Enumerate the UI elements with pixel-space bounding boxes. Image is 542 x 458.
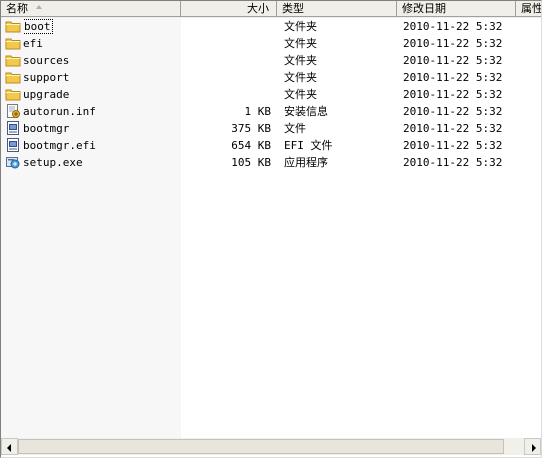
column-header-size[interactable]: 大小 xyxy=(181,1,277,17)
file-name: boot xyxy=(23,18,179,35)
system-file-icon xyxy=(5,137,21,154)
scrollbar-thumb[interactable] xyxy=(18,439,504,454)
file-row[interactable]: upgrade 文件夹 2010-11-22 5:32 xyxy=(1,86,541,103)
column-header-name[interactable]: 名称 xyxy=(1,1,181,17)
file-type: 安装信息 xyxy=(284,105,328,118)
file-type: 文件夹 xyxy=(284,37,317,50)
sort-ascending-icon xyxy=(36,5,42,9)
column-header-attributes[interactable]: 属性 xyxy=(516,1,541,17)
file-name: upgrade xyxy=(23,86,179,103)
file-row[interactable]: support 文件夹 2010-11-22 5:32 xyxy=(1,69,541,86)
file-name: sources xyxy=(23,52,179,69)
column-header-bar: 名称 大小 类型 修改日期 属性 xyxy=(1,1,541,18)
file-name-text: boot xyxy=(23,19,53,34)
setup-exe-icon xyxy=(5,154,21,171)
file-modified: 2010-11-22 5:32 xyxy=(403,37,503,50)
folder-icon xyxy=(5,18,21,35)
file-name-text: bootmgr.efi xyxy=(23,139,96,152)
file-size xyxy=(181,18,271,35)
file-type: 文件夹 xyxy=(284,71,317,84)
file-size xyxy=(181,86,271,103)
file-name-text: bootmgr xyxy=(23,122,70,135)
horizontal-scrollbar[interactable] xyxy=(1,438,541,455)
file-modified: 2010-11-22 5:32 xyxy=(403,122,503,135)
file-size: 375 KB xyxy=(231,122,271,135)
column-header-modified-label: 修改日期 xyxy=(402,2,446,15)
file-name: autorun.inf xyxy=(23,103,179,120)
file-name-text: autorun.inf xyxy=(23,105,96,118)
folder-icon xyxy=(5,52,21,69)
file-size: 654 KB xyxy=(231,139,271,152)
folder-icon xyxy=(5,86,21,103)
file-size xyxy=(181,69,271,86)
file-type: 文件 xyxy=(284,122,306,135)
file-size xyxy=(181,52,271,69)
file-name: setup.exe xyxy=(23,154,179,171)
file-modified: 2010-11-22 5:32 xyxy=(403,88,503,101)
arrow-right-icon xyxy=(532,444,536,452)
file-row[interactable]: sources 文件夹 2010-11-22 5:32 xyxy=(1,52,541,69)
file-size xyxy=(181,35,271,52)
file-type: 文件夹 xyxy=(284,88,317,101)
file-row[interactable]: bootmgr 375 KB 文件 2010-11-22 5:32 xyxy=(1,120,541,137)
file-name: bootmgr.efi xyxy=(23,137,179,154)
file-modified: 2010-11-22 5:32 xyxy=(403,54,503,67)
file-modified: 2010-11-22 5:32 xyxy=(403,139,503,152)
file-row[interactable]: bootmgr.efi 654 KB EFI 文件 2010-11-22 5:32 xyxy=(1,137,541,154)
system-file-icon xyxy=(5,120,21,137)
file-type: 文件夹 xyxy=(284,54,317,67)
setup-info-icon xyxy=(5,103,21,120)
file-modified: 2010-11-22 5:32 xyxy=(403,71,503,84)
file-name-text: setup.exe xyxy=(23,156,83,169)
file-row[interactable]: boot 文件夹 2010-11-22 5:32 xyxy=(1,18,541,35)
column-header-attributes-label: 属性 xyxy=(521,2,541,15)
column-header-name-label: 名称 xyxy=(6,2,28,15)
file-row[interactable]: autorun.inf 1 KB 安装信息 2010-11-22 5:32 xyxy=(1,103,541,120)
file-rows: boot 文件夹 2010-11-22 5:32 efi 文件夹 2010-11-22 5… xyxy=(1,18,541,438)
file-modified: 2010-11-22 5:32 xyxy=(403,105,503,118)
scroll-left-button[interactable] xyxy=(1,438,18,455)
file-name-text: efi xyxy=(23,37,43,50)
column-header-modified[interactable]: 修改日期 xyxy=(397,1,516,17)
file-type: EFI 文件 xyxy=(284,139,333,152)
file-modified: 2010-11-22 5:32 xyxy=(403,156,503,169)
column-header-type[interactable]: 类型 xyxy=(277,1,397,17)
file-name-text: sources xyxy=(23,54,70,67)
file-size: 105 KB xyxy=(231,156,271,169)
column-header-size-label: 大小 xyxy=(247,2,269,15)
file-name: efi xyxy=(23,35,179,52)
column-header-type-label: 类型 xyxy=(282,2,304,15)
folder-icon xyxy=(5,69,21,86)
scroll-right-button[interactable] xyxy=(524,438,541,455)
file-type: 应用程序 xyxy=(284,156,328,169)
file-name-text: upgrade xyxy=(23,88,70,101)
arrow-left-icon xyxy=(7,444,11,452)
file-name-text: support xyxy=(23,71,70,84)
file-row[interactable]: efi 文件夹 2010-11-22 5:32 xyxy=(1,35,541,52)
file-name: bootmgr xyxy=(23,120,179,137)
folder-icon xyxy=(5,35,21,52)
file-modified: 2010-11-22 5:32 xyxy=(403,20,503,33)
file-row[interactable]: setup.exe 105 KB 应用程序 2010-11-22 5:32 xyxy=(1,154,541,171)
file-size: 1 KB xyxy=(244,105,272,118)
file-name: support xyxy=(23,69,179,86)
file-list-view[interactable]: 名称 大小 类型 修改日期 属性 boot 文件夹 2010-11-22 5:32 e… xyxy=(0,0,542,458)
file-type: 文件夹 xyxy=(284,20,317,33)
